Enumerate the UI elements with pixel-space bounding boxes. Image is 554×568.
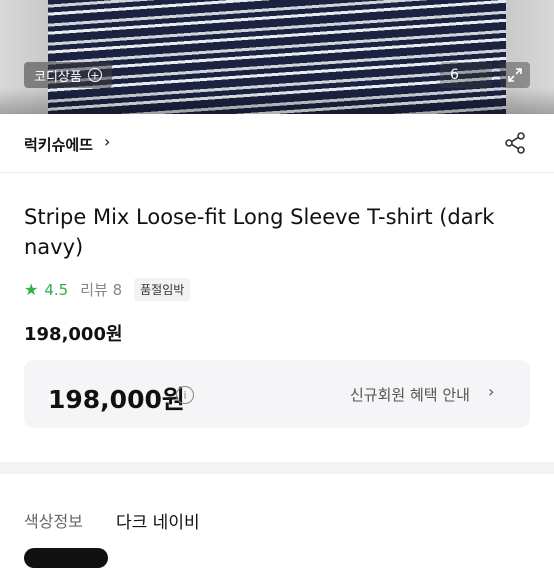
share-icon[interactable] (502, 130, 528, 156)
star-icon: ★ (24, 280, 39, 299)
color-info-label: 색상정보 (24, 512, 83, 531)
chevron-right-icon: › (104, 132, 111, 151)
stock-badge: 품절임박 (134, 278, 191, 301)
codi-product-button[interactable]: 코디상품 + (24, 62, 112, 88)
info-icon[interactable]: i (176, 386, 194, 404)
brand-name[interactable]: 럭키슈에뜨 (24, 134, 93, 155)
expand-icon (508, 68, 522, 82)
product-hero-image[interactable] (0, 0, 554, 114)
codi-label: 코디상품 (34, 69, 82, 85)
expand-button[interactable] (500, 62, 530, 88)
benefit-price: 198,000원 (48, 385, 185, 414)
product-title: Stripe Mix Loose-fit Long Sleeve T-shirt… (24, 205, 495, 259)
hero-shade (0, 88, 554, 114)
section-divider (0, 462, 554, 474)
image-count: 6 (450, 67, 459, 83)
color-info-value: 다크 네이비 (116, 513, 200, 533)
price-benefit-card[interactable]: 198,000원 i 신규회원 혜택 안내 › (24, 360, 530, 428)
rating-score: 4.5 (44, 280, 69, 299)
chevron-right-icon: › (488, 382, 495, 401)
rating-row[interactable]: ★ 4.5 리뷰 8 품절임박 (24, 278, 191, 301)
brand-row[interactable]: 럭키슈에뜨 › (0, 114, 554, 173)
product-price: 198,000원 (24, 324, 123, 345)
review-count-link[interactable]: 리뷰 8 (80, 279, 122, 300)
plus-circle-icon: + (87, 68, 102, 82)
image-count-badge: 6 (440, 62, 492, 88)
benefit-link[interactable]: 신규회원 혜택 안내 (350, 384, 470, 405)
bottom-action-chip[interactable] (24, 548, 108, 568)
